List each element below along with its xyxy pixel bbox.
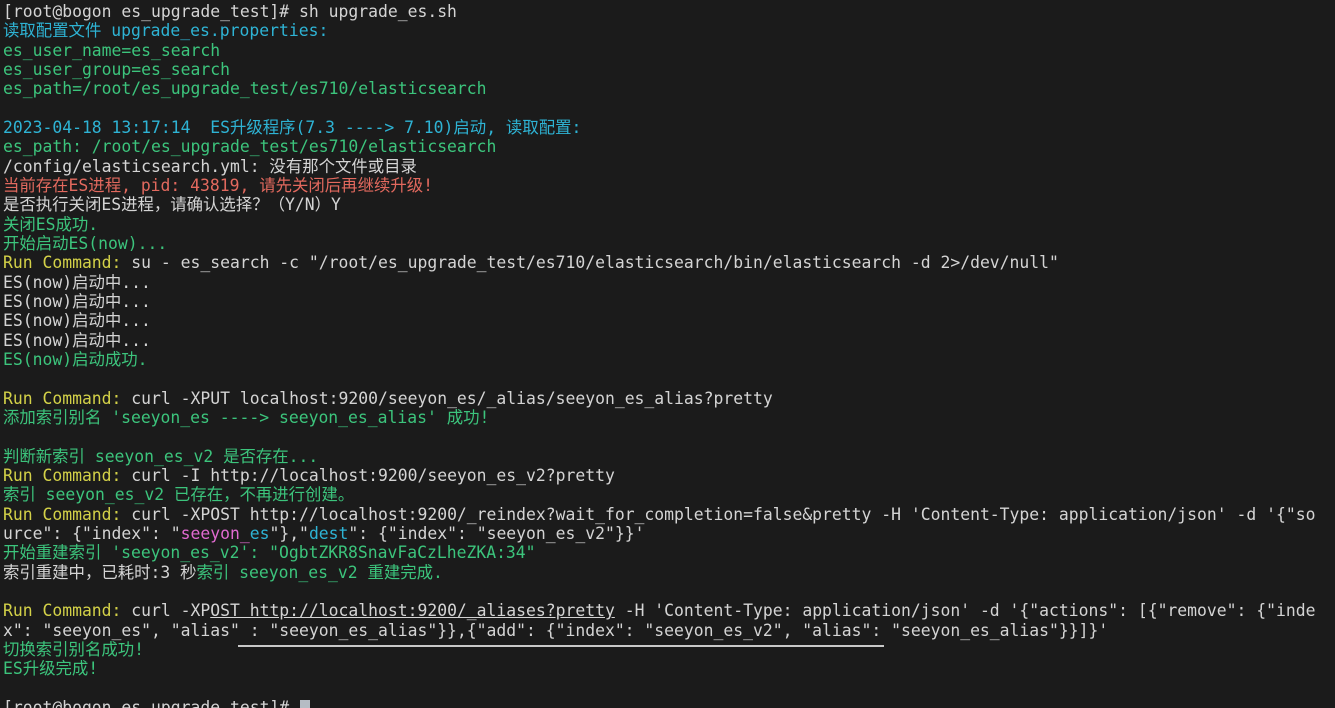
terminal-text-segment: ES(now)启动中... bbox=[3, 291, 151, 311]
terminal-line: ES(now)启动中... bbox=[3, 311, 1335, 330]
terminal-line: x": "seeyon_es", "alias" : "seeyon_es_al… bbox=[3, 621, 1335, 640]
terminal-text-segment: 索引重建中，已耗时:3 秒 bbox=[3, 562, 197, 582]
terminal-line: Run Command: su - es_search -c "/root/es… bbox=[3, 253, 1335, 272]
terminal-text-segment: 开始启动ES(now)... bbox=[3, 233, 168, 253]
terminal-line: 索引重建中，已耗时:3 秒索引 seeyon_es_v2 重建完成. bbox=[3, 563, 1335, 582]
terminal-line: 关闭ES成功. bbox=[3, 215, 1335, 234]
terminal-line: 开始重建索引 'seeyon_es_v2': "OgbtZKR8SnavFaCz… bbox=[3, 543, 1335, 562]
terminal-text-segment: Run Command: bbox=[3, 253, 122, 273]
terminal-text-segment: OST http://localhost:9200/_aliases?prett… bbox=[210, 601, 615, 621]
terminal-screen[interactable]: [root@bogon es_upgrade_test]# sh upgrade… bbox=[0, 0, 1335, 708]
terminal-text-segment: 当前存在ES进程, pid: 43819, 请先关闭后再继续升级! bbox=[3, 175, 434, 195]
terminal-line: 索引 seeyon_es_v2 已存在，不再进行创建。 bbox=[3, 485, 1335, 504]
terminal-text-segment: curl -XP bbox=[121, 601, 211, 621]
terminal-text-segment: es bbox=[249, 523, 270, 543]
terminal-text-segment: 判断新索引 seeyon_es_v2 是否存在... bbox=[3, 446, 319, 466]
terminal-text-segment: Run Command: bbox=[3, 388, 122, 408]
terminal-text-segment: curl -XPUT localhost:9200/seeyon_es/_ali… bbox=[121, 388, 773, 408]
terminal-text-segment: [root@bogon es_upgrade_test]# bbox=[3, 697, 300, 708]
terminal-text-segment: es_path=/root/es_upgrade_test/es710/elas… bbox=[3, 79, 487, 99]
terminal-line: 切换索引别名成功! bbox=[3, 640, 1335, 659]
terminal-text-segment: ": {"index": "seeyon_es_v2"}}' bbox=[348, 523, 645, 543]
terminal-text-segment: 索引 seeyon_es_v2 已存在，不再进行创建。 bbox=[3, 485, 355, 505]
terminal-cursor[interactable] bbox=[300, 699, 311, 708]
terminal-line: es_user_name=es_search bbox=[3, 41, 1335, 60]
terminal-line: 读取配置文件 upgrade_es.properties: bbox=[3, 21, 1335, 40]
terminal-line: es_user_group=es_search bbox=[3, 60, 1335, 79]
terminal-text-segment: es_path: /root/es_upgrade_test/es710/ela… bbox=[3, 137, 497, 157]
terminal-text-segment: 索引 seeyon_es_v2 重建完成. bbox=[196, 562, 443, 582]
terminal-text-segment: 读取配置文件 upgrade_es.properties: bbox=[3, 21, 329, 41]
terminal-text-segment: ES(now)启动中... bbox=[3, 311, 151, 331]
terminal-line: Run Command: curl -XPUT localhost:9200/s… bbox=[3, 389, 1335, 408]
terminal-text-segment: Run Command: bbox=[3, 601, 122, 621]
terminal-line: Run Command: curl -XPOST http://localhos… bbox=[3, 505, 1335, 524]
terminal-line: ES升级完成! bbox=[3, 659, 1335, 678]
terminal-line: 是否执行关闭ES进程，请确认选择？（Y/N）Y bbox=[3, 195, 1335, 214]
terminal-text-segment: ES升级完成! bbox=[3, 659, 99, 679]
terminal-text-segment: Run Command: bbox=[3, 504, 122, 524]
terminal-text-segment: es_user_name=es_search bbox=[3, 40, 221, 60]
underline-rule bbox=[238, 645, 884, 647]
terminal-line: Run Command: curl -I http://localhost:92… bbox=[3, 466, 1335, 485]
terminal-text-segment: curl -XPOST http://localhost:9200/_reind… bbox=[121, 504, 1316, 524]
terminal-text-segment: urce": {"index": " bbox=[3, 523, 181, 543]
terminal-line: 2023-04-18 13:17:14 ES升级程序(7.3 ----> 7.1… bbox=[3, 118, 1335, 137]
terminal-text-segment: -H 'Content-Type: application/json' -d '… bbox=[614, 601, 1316, 621]
terminal-text-segment: curl -I http://localhost:9200/seeyon_es_… bbox=[121, 465, 615, 485]
terminal-text-segment: su - es_search -c "/root/es_upgrade_test… bbox=[121, 253, 1059, 273]
terminal-output: [root@bogon es_upgrade_test]# sh upgrade… bbox=[3, 2, 1335, 708]
terminal-text-segment: 添加索引别名 'seeyon_es ----> seeyon_es_alias'… bbox=[3, 407, 490, 427]
terminal-line: urce": {"index": "seeyon_es"},"dest": {"… bbox=[3, 524, 1335, 543]
terminal-line: 当前存在ES进程, pid: 43819, 请先关闭后再继续升级! bbox=[3, 176, 1335, 195]
terminal-text-segment: 2023-04-18 13:17:14 ES升级程序(7.3 ----> 7.1… bbox=[3, 117, 582, 137]
terminal-text-segment: ES(now)启动中... bbox=[3, 272, 151, 292]
terminal-line: Run Command: curl -XPOST http://localhos… bbox=[3, 601, 1335, 620]
terminal-line: [root@bogon es_upgrade_test]# sh upgrade… bbox=[3, 2, 1335, 21]
terminal-text-segment: ES(now)启动中... bbox=[3, 330, 151, 350]
terminal-line: ES(now)启动中... bbox=[3, 292, 1335, 311]
terminal-line: ES(now)启动中... bbox=[3, 331, 1335, 350]
terminal-text-segment: [root@bogon es_upgrade_test]# sh upgrade… bbox=[3, 2, 457, 21]
terminal-text-segment: es_user_group=es_search bbox=[3, 59, 230, 79]
terminal-text-segment: Run Command: bbox=[3, 465, 122, 485]
terminal-line: 判断新索引 seeyon_es_v2 是否存在... bbox=[3, 447, 1335, 466]
terminal-line: es_path: /root/es_upgrade_test/es710/ela… bbox=[3, 137, 1335, 156]
terminal-text-segment: "}," bbox=[269, 523, 309, 543]
terminal-text-segment: dest bbox=[308, 523, 349, 543]
terminal-line: /config/elasticsearch.yml: 没有那个文件或目录 bbox=[3, 157, 1335, 176]
terminal-text-segment: 是否执行关闭ES进程，请确认选择？（Y/N）Y bbox=[3, 195, 341, 215]
terminal-line: ES(now)启动成功. bbox=[3, 350, 1335, 369]
terminal-line: ES(now)启动中... bbox=[3, 273, 1335, 292]
terminal-line: es_path=/root/es_upgrade_test/es710/elas… bbox=[3, 79, 1335, 98]
terminal-text-segment: /config/elasticsearch.yml: 没有那个文件或目录 bbox=[3, 156, 417, 176]
terminal-text-segment: 关闭ES成功. bbox=[3, 214, 99, 234]
terminal-line: 添加索引别名 'seeyon_es ----> seeyon_es_alias'… bbox=[3, 408, 1335, 427]
terminal-text-segment: 切换索引别名成功! bbox=[3, 639, 144, 659]
terminal-line: 开始启动ES(now)... bbox=[3, 234, 1335, 253]
terminal-line: [root@bogon es_upgrade_test]# bbox=[3, 698, 1335, 708]
terminal-text-segment: ES(now)启动成功. bbox=[3, 349, 148, 369]
terminal-text-segment: 开始重建索引 'seeyon_es_v2': "OgbtZKR8SnavFaCz… bbox=[3, 543, 536, 563]
terminal-text-segment: x": "seeyon_es", "alias" : "seeyon_es_al… bbox=[3, 620, 1109, 640]
terminal-text-segment: seeyon_ bbox=[180, 523, 250, 543]
